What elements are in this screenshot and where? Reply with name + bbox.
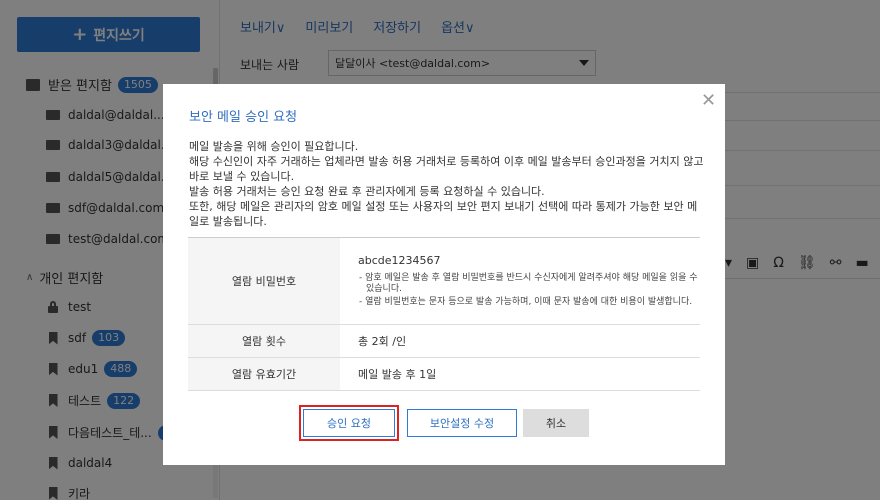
security-info-table: 열람 비밀번호 abcde1234567 - 암호 메일은 발송 후 열람 비밀… [188, 237, 700, 391]
desc-line: 해당 수신인이 자주 거래하는 업체라면 발송 허용 거래처로 등록하여 이후 … [189, 155, 704, 183]
desc-line: 발송 허용 거래처는 승인 요청 완료 후 관리자에게 등록 요청하실 수 있습… [189, 185, 545, 198]
edit-security-settings-button[interactable]: 보안설정 수정 [407, 409, 517, 437]
count-value: 총 2회 /인 [340, 324, 700, 358]
table-row: 열람 유효기간 메일 발송 후 1일 [188, 357, 700, 391]
password-note: - 열람 비밀번호는 문자 등으로 발송 가능하며, 이때 문자 발송에 대한 … [359, 297, 693, 307]
close-icon[interactable]: ✕ [701, 92, 716, 110]
expiry-label: 열람 유효기간 [188, 357, 340, 391]
modal-title: 보안 메일 승인 요청 [189, 110, 298, 125]
security-approval-modal: 보안 메일 승인 요청 ✕ 메일 발송을 위해 승인이 필요합니다. 해당 수신… [163, 84, 725, 465]
password-label: 열람 비밀번호 [188, 237, 340, 325]
password-value: abcde1234567 [358, 254, 441, 267]
count-label: 열람 횟수 [188, 324, 340, 358]
approve-request-button[interactable]: 승인 요청 [299, 405, 399, 441]
expiry-value: 메일 발송 후 1일 [340, 357, 700, 391]
table-row: 열람 비밀번호 abcde1234567 - 암호 메일은 발송 후 열람 비밀… [188, 237, 700, 325]
modal-button-row: 승인 요청 보안설정 수정 취소 [299, 405, 589, 441]
password-note: - 암호 메일은 발송 후 열람 비밀번호를 반드시 수신자에게 알려주셔야 해… [359, 273, 698, 294]
table-row: 열람 횟수 총 2회 /인 [188, 324, 700, 358]
desc-line: 메일 발송을 위해 승인이 필요합니다. [189, 140, 359, 153]
desc-line: 또한, 해당 메일은 관리자의 암호 메일 설정 또는 사용자의 보안 편지 보… [189, 200, 698, 228]
password-cell: abcde1234567 - 암호 메일은 발송 후 열람 비밀번호를 반드시 … [340, 237, 700, 325]
cancel-button[interactable]: 취소 [523, 409, 589, 437]
modal-description: 메일 발송을 위해 승인이 필요합니다. 해당 수신인이 자주 거래하는 업체라… [189, 139, 704, 229]
